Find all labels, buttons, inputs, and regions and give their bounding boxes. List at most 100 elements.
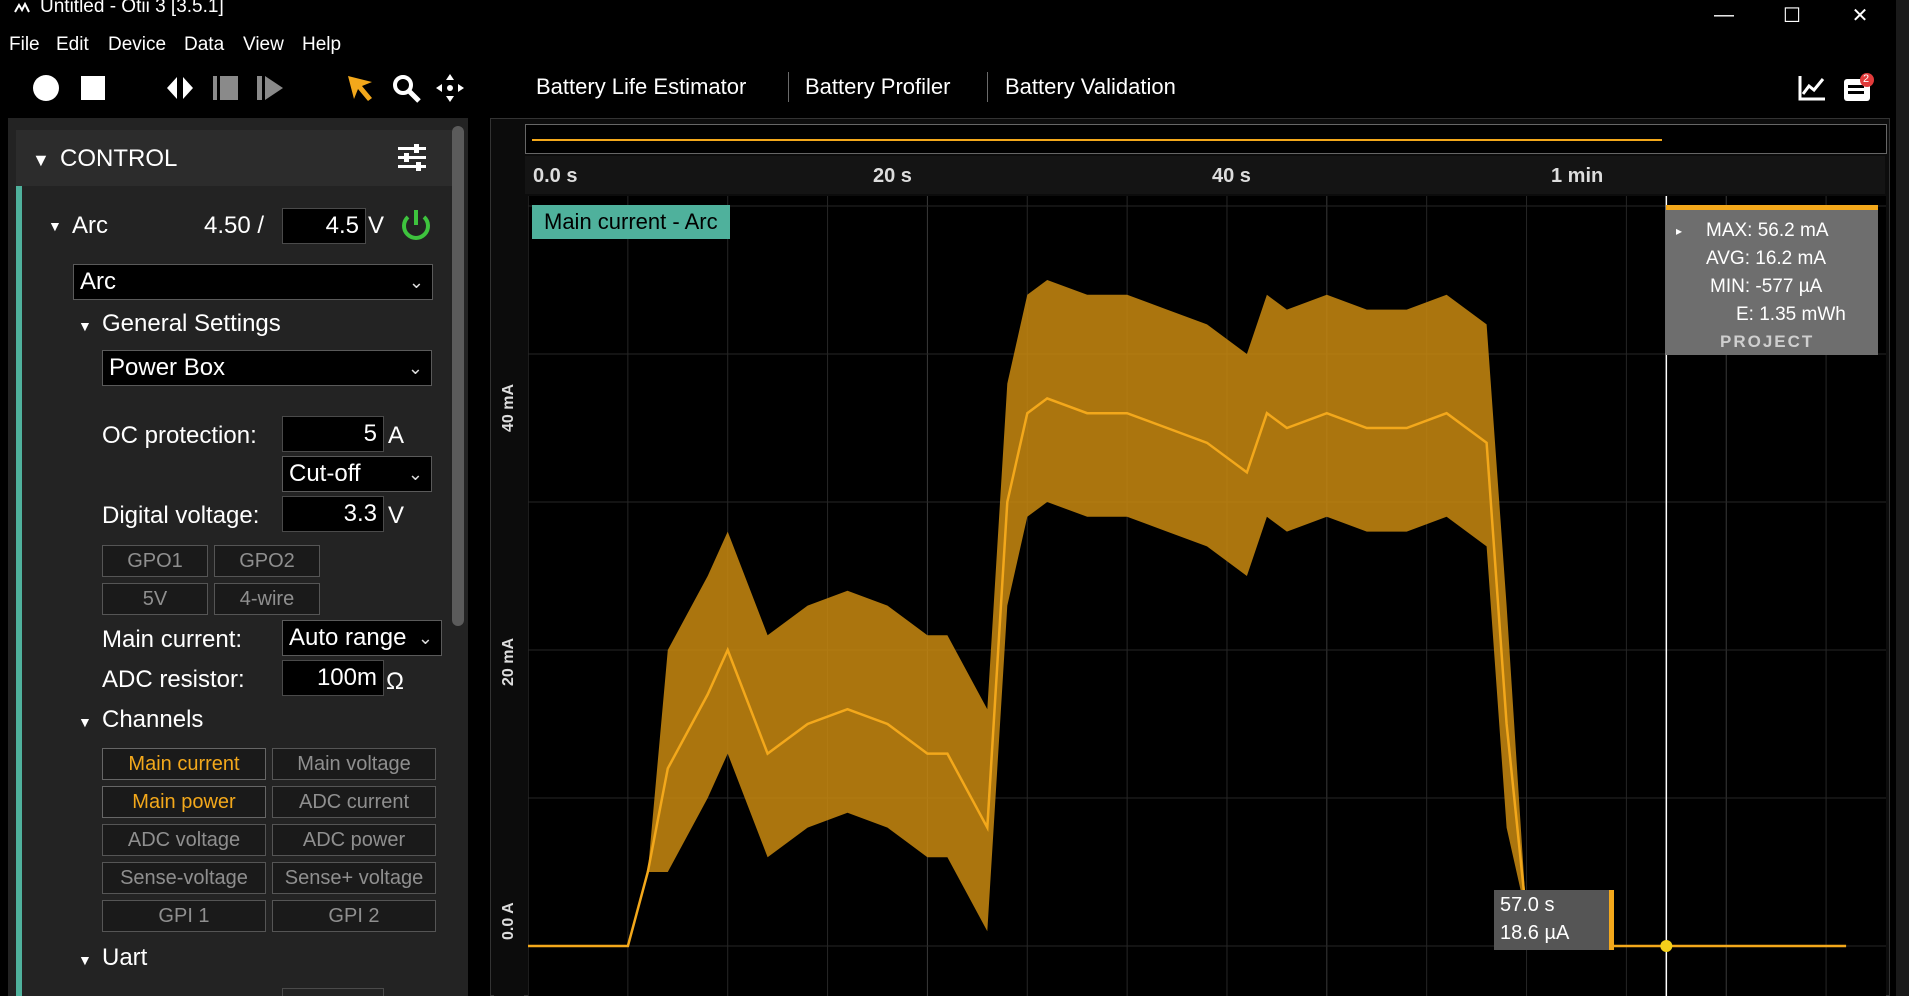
window-edge	[1896, 0, 1909, 996]
device-accent-bar	[16, 186, 22, 996]
tab-battery-life-estimator[interactable]: Battery Life Estimator	[536, 74, 746, 100]
tab-battery-profiler[interactable]: Battery Profiler	[805, 74, 951, 100]
stats-panel[interactable]: ▸ MAX: 56.2 mA AVG: 16.2 mA MIN: -577 µA…	[1666, 205, 1878, 355]
digital-voltage-input[interactable]: 3.3	[282, 496, 384, 532]
channels-title: Channels	[102, 706, 204, 733]
pointer-icon[interactable]	[342, 70, 378, 106]
uart-expand-icon[interactable]: ▼	[78, 952, 92, 968]
cursor-time: 57.0 s	[1500, 894, 1555, 916]
time-axis[interactable]	[525, 156, 1885, 194]
device-select[interactable]: Arc ⌄	[73, 264, 433, 300]
channel-sense-plus-voltage[interactable]: Sense+ voltage	[272, 862, 436, 894]
digital-voltage-unit: V	[388, 502, 405, 529]
power-source-select[interactable]: Power Box ⌄	[102, 350, 432, 386]
adc-resistor-unit: Ω	[386, 668, 404, 695]
gpo2-button[interactable]: GPO2	[214, 545, 320, 577]
oc-protection-input[interactable]: 5	[282, 416, 384, 452]
general-settings-expand-icon[interactable]: ▼	[78, 318, 92, 334]
channel-main-current[interactable]: Main current	[102, 748, 266, 780]
gpo1-button[interactable]: GPO1	[102, 545, 208, 577]
channel-main-voltage[interactable]: Main voltage	[272, 748, 436, 780]
record-icon[interactable]	[28, 70, 64, 106]
overview-timeline[interactable]	[525, 124, 1887, 154]
series-legend-tag[interactable]: Main current - Arc	[532, 205, 730, 239]
play-next-icon[interactable]	[252, 70, 288, 106]
pan-icon[interactable]	[432, 70, 468, 106]
menu-file[interactable]: File	[9, 34, 40, 56]
minimize-button[interactable]: —	[1694, 0, 1754, 30]
5v-button[interactable]: 5V	[102, 583, 208, 615]
time-tick-label: 1 min	[1551, 165, 1604, 187]
tab-battery-validation[interactable]: Battery Validation	[1005, 74, 1176, 100]
channel-gpi1[interactable]: GPI 1	[102, 900, 266, 932]
stat-avg: AVG: 16.2 mA	[1706, 248, 1827, 269]
chevron-down-icon: ⌄	[407, 464, 423, 484]
control-title: CONTROL	[60, 145, 178, 172]
main-current-range-select[interactable]: Auto range ⌄	[282, 620, 442, 656]
time-tick-label: 40 s	[1212, 165, 1251, 187]
channel-main-power[interactable]: Main power	[102, 786, 266, 818]
close-button[interactable]: ✕	[1830, 0, 1890, 30]
adc-resistor-input[interactable]: 100m	[282, 660, 384, 696]
stats-scope-label: PROJECT	[1720, 332, 1815, 351]
stat-min: MIN: -577 µA	[1710, 276, 1823, 297]
main-current-range-value: Auto range	[289, 624, 407, 651]
main-current-trace	[528, 280, 1847, 948]
channel-gpi2[interactable]: GPI 2	[272, 900, 436, 932]
collapse-triangle-icon[interactable]: ▼	[32, 150, 50, 171]
device-expand-icon[interactable]: ▼	[48, 218, 62, 234]
window-title: Untitled - Otii 3 [3.5.1]	[40, 0, 224, 17]
cursor-value: 18.6 µA	[1500, 922, 1570, 944]
y-axis[interactable]	[494, 196, 524, 996]
chevron-down-icon: ⌄	[408, 272, 424, 292]
channel-adc-power[interactable]: ADC power	[272, 824, 436, 856]
power-toggle-icon[interactable]	[399, 208, 433, 249]
tab-divider	[788, 72, 789, 102]
title-bar: Untitled - Otii 3 [3.5.1] — ☐ ✕	[0, 0, 1909, 30]
overview-trace	[532, 139, 1662, 141]
fit-icon[interactable]	[208, 70, 244, 106]
4-wire-button[interactable]: 4-wire	[214, 583, 320, 615]
device-select-value: Arc	[80, 268, 116, 295]
digital-voltage-label: Digital voltage:	[102, 502, 260, 529]
menu-help[interactable]: Help	[302, 34, 341, 56]
panel-scrollbar[interactable]	[452, 126, 464, 626]
channel-sense-minus-voltage[interactable]: Sense-voltage	[102, 862, 266, 894]
trace-range-band	[528, 280, 1847, 946]
split-icon[interactable]	[162, 70, 198, 106]
menu-bar	[0, 30, 1909, 62]
channel-adc-voltage[interactable]: ADC voltage	[102, 824, 266, 856]
maximize-button[interactable]: ☐	[1762, 0, 1822, 30]
stats-expand-icon[interactable]: ▸	[1676, 224, 1682, 238]
device-voltage-input[interactable]: 4.5	[282, 208, 366, 244]
stop-icon[interactable]	[76, 70, 110, 106]
chevron-down-icon: ⌄	[417, 628, 433, 648]
oc-mode-value: Cut-off	[289, 460, 361, 487]
uart-baud-input[interactable]	[282, 988, 384, 996]
oc-mode-select[interactable]: Cut-off ⌄	[282, 456, 432, 492]
device-voltage-unit: V	[368, 212, 385, 239]
device-voltage-set: 4.50 /	[204, 212, 265, 239]
zoom-icon[interactable]	[388, 70, 424, 106]
channels-expand-icon[interactable]: ▼	[78, 714, 92, 730]
cursor-marker[interactable]	[1660, 940, 1673, 952]
notifications-icon[interactable]: 2	[1840, 70, 1876, 106]
menu-view[interactable]: View	[243, 34, 284, 56]
time-tick-label: 0.0 s	[533, 165, 578, 187]
device-name: Arc	[72, 212, 108, 239]
menu-edit[interactable]: Edit	[56, 34, 89, 56]
stat-energy: E: 1.35 mWh	[1736, 304, 1846, 325]
stat-max: MAX: 56.2 mA	[1706, 220, 1829, 241]
adc-resistor-label: ADC resistor:	[102, 666, 245, 693]
menu-data[interactable]: Data	[184, 34, 224, 56]
y-tick-label: 0.0 A	[500, 902, 517, 940]
chevron-down-icon: ⌄	[407, 358, 423, 378]
settings-sliders-icon[interactable]	[396, 143, 428, 176]
y-tick-label: 40 mA	[500, 383, 517, 432]
time-tick-label: 20 s	[873, 165, 912, 187]
chart-icon[interactable]	[1794, 70, 1830, 106]
y-tick-label: 20 mA	[500, 637, 517, 686]
menu-device[interactable]: Device	[108, 34, 166, 56]
app-icon	[14, 2, 30, 13]
channel-adc-current[interactable]: ADC current	[272, 786, 436, 818]
